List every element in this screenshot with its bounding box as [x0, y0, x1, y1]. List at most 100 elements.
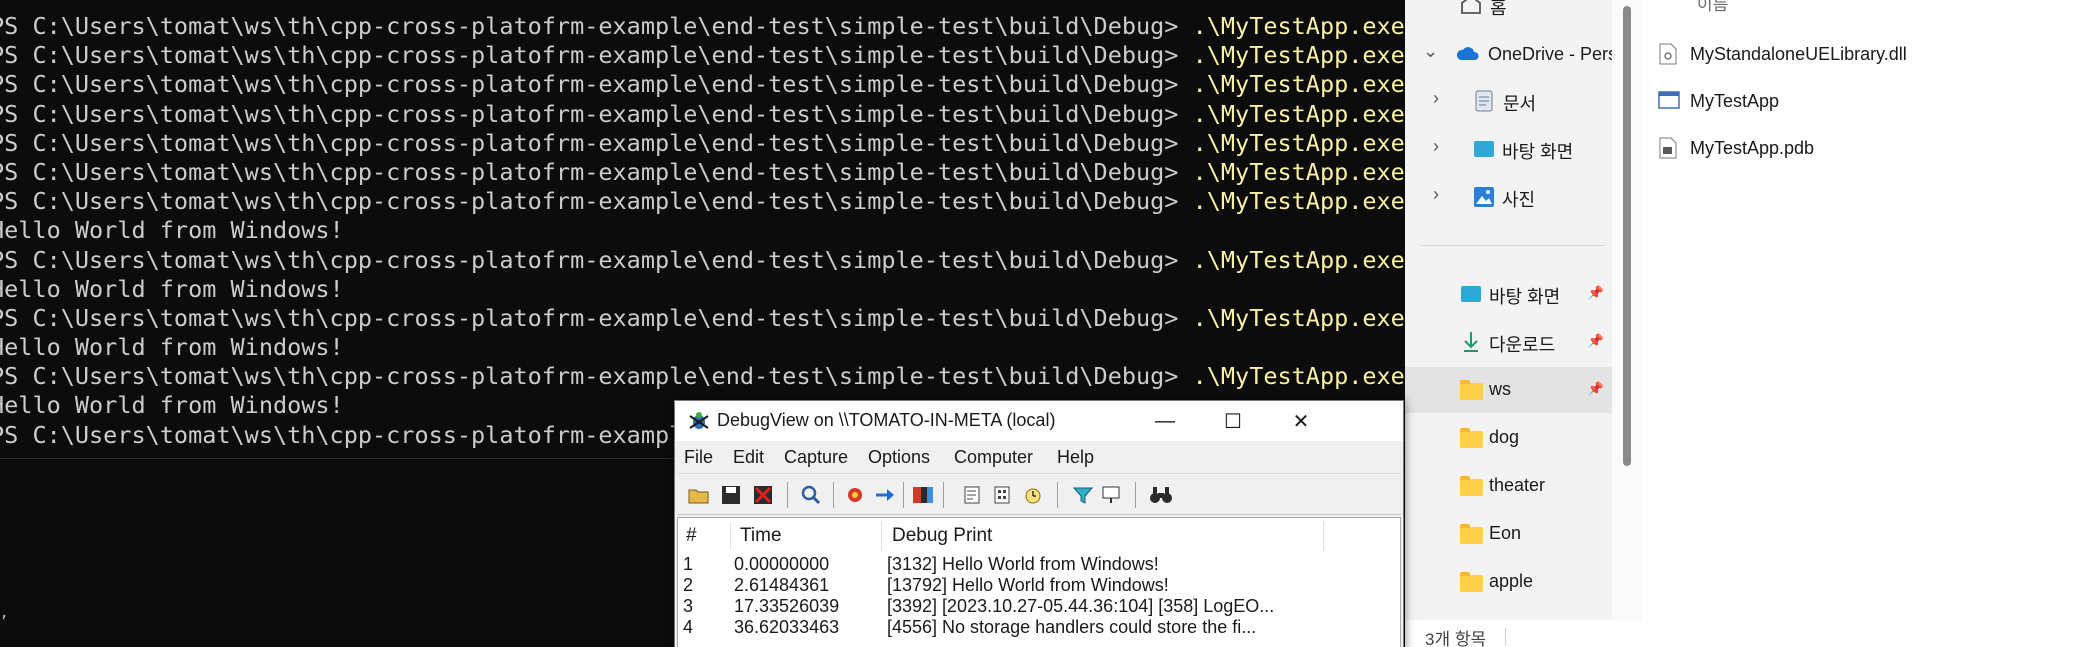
nav-item-home[interactable]: 홈: [1405, 0, 1612, 28]
nav-item-ws[interactable]: ws 📌: [1405, 367, 1612, 413]
column-divider[interactable]: [1323, 522, 1324, 550]
cloud-icon: [1455, 45, 1479, 66]
terminal-line: Hello World from Windows!: [0, 275, 1405, 304]
debugview-window[interactable]: DebugView on \\TOMATO-IN-META (local) — …: [674, 400, 1404, 647]
menu-computer[interactable]: Computer: [954, 447, 1033, 468]
nav-item-desktop-cloud[interactable]: › 바탕 화면: [1405, 126, 1612, 172]
window-title: DebugView on \\TOMATO-IN-META (local): [717, 410, 1056, 430]
close-button[interactable]: ✕: [1267, 401, 1335, 441]
terminal-line: PS C:\Users\tomat\ws\th\cpp-cross-platof…: [0, 12, 1405, 41]
terminal-line-text: Hello World from Windows!: [0, 391, 344, 420]
highlight-icon[interactable]: [911, 484, 935, 506]
toolbar-separator: [1135, 482, 1136, 508]
autoscroll-icon[interactable]: [873, 484, 897, 506]
toolbar-separator: [903, 482, 904, 508]
nav-item-dog[interactable]: dog: [1405, 415, 1612, 461]
column-header-name[interactable]: 이름: [1697, 0, 1728, 15]
terminal-line: PS C:\Users\tomat\ws\th\cpp-cross-platof…: [0, 362, 1405, 391]
terminal-line: PS C:\Users\tomat\ws\th\cpp-cross-platof…: [0, 187, 1405, 216]
nav-item-desktop[interactable]: 바탕 화면 📌: [1405, 271, 1612, 317]
title-bar[interactable]: DebugView on \\TOMATO-IN-META (local) — …: [675, 401, 1403, 441]
capture-filter-icon[interactable]: [1071, 484, 1095, 506]
terminal-line-text: Hello World from Windows!: [0, 216, 344, 245]
application-icon: [1658, 90, 1680, 112]
pin-icon[interactable]: 📌: [1588, 285, 1604, 301]
menu-edit[interactable]: Edit: [733, 447, 764, 468]
terminal-line: PS C:\Users\tomat\ws\th\cpp-cross-platof…: [0, 100, 1405, 129]
column-header-num[interactable]: #: [686, 525, 697, 547]
toolbar: [677, 473, 1401, 515]
debug-output-list[interactable]: # Time Debug Print 1 0.00000000 [3132] H…: [677, 517, 1401, 647]
row-print: [3392] [2023.10.27-05.44.36:104] [358] L…: [887, 596, 1275, 616]
table-row[interactable]: 3 17.33526039 [3392] [2023.10.27-05.44.3…: [678, 596, 1400, 617]
terminal-line-text: Hello World from Windows!: [0, 274, 344, 303]
file-name: MyTestApp.pdb: [1690, 137, 1815, 158]
binoculars-icon[interactable]: [1149, 484, 1173, 506]
file-explorer-window: 홈 ⌄ OneDrive - Pers › 문서 › 바탕 화면 › 사진 바탕…: [1405, 0, 2080, 647]
terminal-command: .\MyTestApp.exe: [1192, 99, 1405, 128]
chevron-right-icon[interactable]: ›: [1433, 136, 1439, 157]
nav-label: 다운로드: [1489, 335, 1556, 355]
nav-scrollbar-thumb[interactable]: [1623, 6, 1631, 466]
terminal-line-text: PS C:\Users\tomat\ws\th\cpp-cross-platof…: [0, 70, 1193, 99]
file-row[interactable]: MyStandaloneUELibrary.dll: [1658, 37, 1907, 71]
pin-icon[interactable]: 📌: [1588, 333, 1604, 349]
history-depth-icon[interactable]: [991, 484, 1015, 506]
clock-icon[interactable]: [1021, 484, 1045, 506]
chevron-down-icon[interactable]: ⌄: [1423, 41, 1438, 62]
menu-help[interactable]: Help: [1057, 447, 1094, 468]
minimize-button[interactable]: —: [1131, 401, 1199, 441]
column-divider[interactable]: [730, 522, 731, 550]
open-icon[interactable]: [687, 484, 711, 506]
nav-item-downloads[interactable]: 다운로드 📌: [1405, 319, 1612, 365]
nav-item-documents[interactable]: › 문서: [1405, 78, 1612, 124]
terminal-command: .\MyTestApp.exe: [1192, 362, 1405, 391]
folder-icon: [1460, 380, 1483, 400]
terminal-line: PS C:\Users\tomat\ws\th\cpp-cross-platof…: [0, 158, 1405, 187]
save-icon[interactable]: [719, 484, 743, 506]
chevron-right-icon[interactable]: ›: [1433, 88, 1439, 109]
nav-item-eon[interactable]: Eon: [1405, 511, 1612, 557]
menu-file[interactable]: File: [684, 447, 713, 468]
nav-item-pictures[interactable]: › 사진: [1405, 174, 1612, 220]
column-divider[interactable]: [881, 522, 882, 550]
nav-item-theater[interactable]: theater: [1405, 463, 1612, 509]
capture-icon[interactable]: [843, 484, 867, 506]
terminal-cursor: ,: [0, 605, 9, 621]
table-row[interactable]: 2 2.61484361 [13792] Hello World from Wi…: [678, 575, 1400, 596]
nav-label: 사진: [1502, 190, 1536, 210]
column-header-debug-print[interactable]: Debug Print: [892, 525, 992, 547]
file-row[interactable]: MyTestApp.pdb: [1658, 131, 1814, 165]
terminal-command: .\MyTestApp.exe: [1192, 12, 1405, 40]
nav-label: dog: [1489, 427, 1520, 447]
menu-options[interactable]: Options: [868, 447, 930, 468]
find-icon[interactable]: [799, 484, 823, 506]
clear-display-icon[interactable]: [751, 484, 775, 506]
home-icon: [1460, 0, 1482, 19]
dll-file-icon: [1658, 43, 1678, 65]
nav-item-apple[interactable]: apple: [1405, 559, 1612, 605]
column-header-time[interactable]: Time: [740, 525, 782, 547]
terminal-line-text: PS C:\Users\tomat\ws\th\cpp-cross-platof…: [0, 157, 1193, 186]
row-time: 17.33526039: [734, 596, 840, 616]
maximize-button[interactable]: ☐: [1199, 401, 1267, 441]
chevron-right-icon[interactable]: ›: [1433, 184, 1439, 205]
nav-label: ws: [1489, 379, 1511, 399]
pin-icon[interactable]: 📌: [1588, 381, 1604, 397]
terminal-line-text: Hello World from Windows!: [0, 333, 344, 362]
terminal-line-text: PS C:\Users\tomat\ws\th\cpp-cross-platof…: [0, 12, 1193, 40]
file-row[interactable]: MyTestApp: [1658, 84, 1779, 118]
toolbar-separator: [833, 482, 834, 508]
monitor-icon[interactable]: [1099, 484, 1123, 506]
terminal-line-text: PS C:\Users\tomat\ws\th\cpp-cross-platof…: [0, 303, 1193, 332]
table-row[interactable]: 1 0.00000000 [3132] Hello World from Win…: [678, 554, 1400, 575]
row-time: 2.61484361: [734, 575, 830, 595]
nav-item-onedrive[interactable]: ⌄ OneDrive - Pers: [1405, 31, 1617, 77]
menu-capture[interactable]: Capture: [784, 447, 848, 468]
table-row[interactable]: 4 36.62033463 [4556] No storage handlers…: [678, 617, 1400, 638]
terminal-line: PS C:\Users\tomat\ws\th\cpp-cross-platof…: [0, 304, 1405, 333]
nav-label: Eon: [1489, 523, 1522, 543]
terminal-line-text: PS C:\Users\tomat\ws\th\cpp-cross-platof…: [0, 187, 1193, 216]
filter-icon[interactable]: [961, 484, 985, 506]
terminal-command: .\MyTestApp.exe: [1192, 245, 1405, 274]
